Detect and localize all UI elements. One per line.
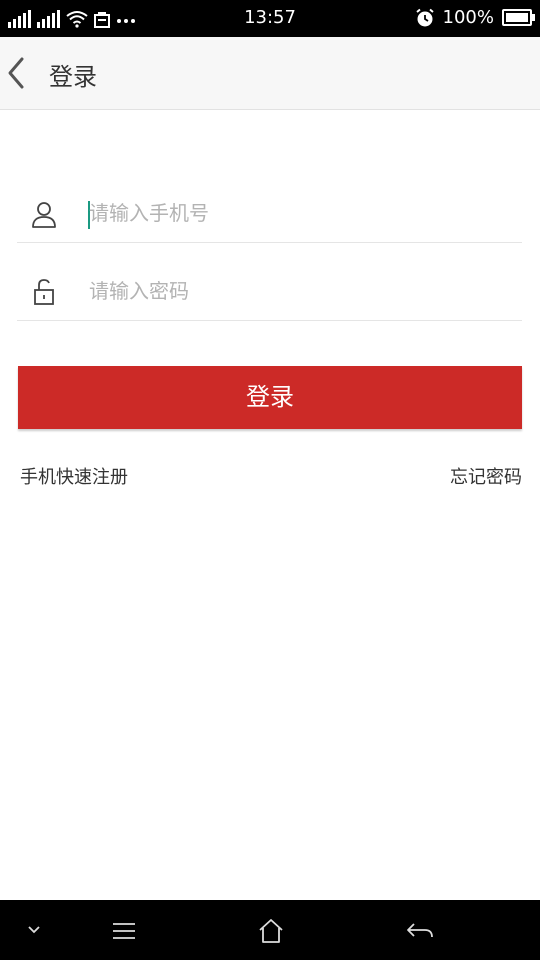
battery-icon xyxy=(502,9,535,26)
phone-input[interactable] xyxy=(89,195,509,231)
nav-bar xyxy=(0,900,540,960)
chevron-down-icon[interactable] xyxy=(24,918,44,944)
header: 登录 xyxy=(0,37,540,110)
alarm-icon xyxy=(415,8,434,26)
user-icon xyxy=(32,202,56,228)
register-link[interactable]: 手机快速注册 xyxy=(20,463,128,489)
back-arrow-icon[interactable] xyxy=(405,918,435,944)
login-button[interactable]: 登录 xyxy=(18,366,522,429)
password-field-row xyxy=(17,261,522,321)
status-bar: 13:57 100% xyxy=(0,0,540,37)
menu-icon[interactable] xyxy=(110,918,138,944)
phone-field-row xyxy=(17,183,522,243)
unlock-icon xyxy=(34,279,54,305)
forgot-password-link[interactable]: 忘记密码 xyxy=(450,463,522,489)
page-title: 登录 xyxy=(49,63,97,91)
home-icon[interactable] xyxy=(257,918,285,944)
password-input[interactable] xyxy=(89,273,509,309)
chevron-left-icon[interactable] xyxy=(2,53,32,93)
status-right-icons: 100% xyxy=(415,7,535,28)
battery-percent: 100% xyxy=(442,7,494,28)
